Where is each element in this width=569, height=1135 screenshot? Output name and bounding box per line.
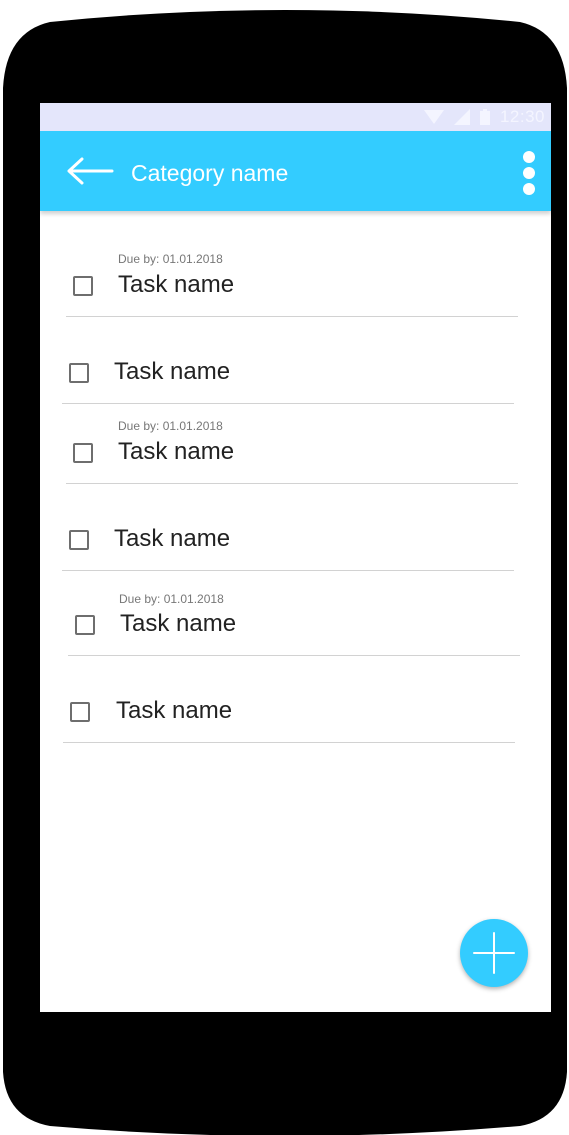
task-item[interactable]: Task name — [62, 316, 516, 404]
task-name: Task name — [120, 610, 237, 637]
app-screen: 12:30 Category name Due by: 01.01.2018 T… — [40, 103, 551, 1012]
task-name: Task name — [114, 358, 231, 385]
task-item[interactable]: Due by: 01.01.2018 Task name — [66, 396, 520, 484]
task-checkbox[interactable] — [73, 443, 93, 463]
task-name: Task name — [118, 438, 235, 465]
signal-icon — [453, 109, 470, 125]
back-button[interactable] — [66, 157, 114, 185]
status-icons: 12:30 — [423, 106, 545, 128]
task-due-date: Due by: 01.01.2018 — [119, 592, 224, 606]
task-due-date: Due by: 01.01.2018 — [118, 419, 223, 433]
plus-icon — [473, 932, 515, 974]
task-due-date: Due by: 01.01.2018 — [118, 252, 223, 266]
task-name: Task name — [118, 271, 235, 298]
battery-icon — [479, 109, 490, 125]
task-checkbox[interactable] — [69, 530, 89, 550]
wifi-icon — [423, 110, 444, 124]
task-item[interactable]: Task name — [62, 483, 516, 571]
task-item[interactable]: Due by: 01.01.2018 Task name — [66, 229, 520, 317]
page-title: Category name — [131, 160, 289, 186]
task-item[interactable]: Task name — [63, 655, 517, 743]
task-checkbox[interactable] — [69, 363, 89, 383]
status-time: 12:30 — [499, 107, 545, 126]
overflow-menu-button[interactable] — [516, 150, 542, 198]
add-task-button[interactable] — [460, 919, 528, 987]
task-name: Task name — [114, 525, 231, 552]
task-name: Task name — [116, 697, 233, 724]
more-vertical-icon — [523, 151, 535, 195]
task-item[interactable]: Due by: 01.01.2018 Task name — [68, 568, 522, 656]
app-bar: Category name — [40, 131, 551, 211]
task-checkbox[interactable] — [75, 615, 95, 635]
task-checkbox[interactable] — [73, 276, 93, 296]
status-bar: 12:30 — [40, 103, 551, 131]
task-checkbox[interactable] — [70, 702, 90, 722]
device-mockup: 12:30 Category name Due by: 01.01.2018 T… — [0, 0, 569, 1135]
divider — [63, 742, 515, 743]
arrow-left-icon — [67, 157, 114, 185]
